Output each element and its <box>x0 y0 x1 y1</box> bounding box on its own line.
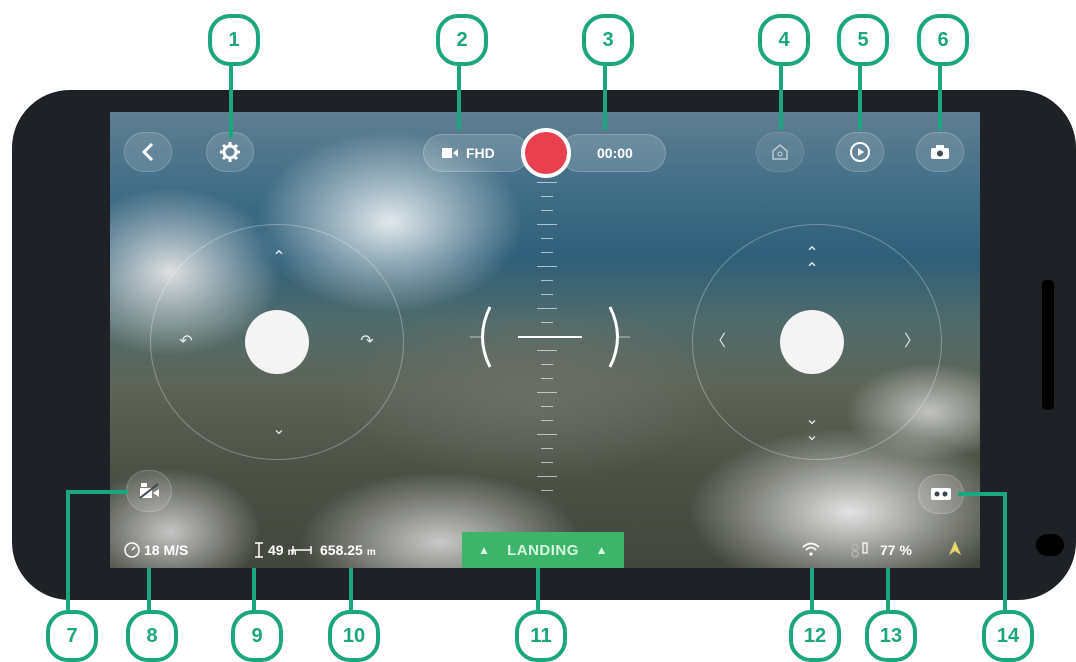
callout-line <box>938 58 942 130</box>
gear-icon <box>220 142 240 162</box>
callout-8: 8 <box>126 610 178 662</box>
camera-icon <box>931 145 949 159</box>
record-time-pill: 00:00 <box>560 134 666 172</box>
video-camera-icon <box>442 148 458 158</box>
speed-value: 18 M/S <box>144 542 189 558</box>
record-button[interactable] <box>521 128 571 178</box>
distance-value: 658.25 <box>320 542 363 558</box>
chevron-right-icon: 〉 <box>903 333 920 350</box>
speedometer-icon <box>124 542 140 558</box>
callout-3: 3 <box>582 14 634 66</box>
vr-goggles-icon <box>931 488 951 500</box>
chevron-left-icon: 〈 <box>709 333 726 350</box>
callout-line <box>958 492 1006 496</box>
chevron-left-icon <box>141 142 154 162</box>
triangle-up-icon: ▲ <box>478 543 491 557</box>
callout-line <box>66 490 70 610</box>
callout-line <box>810 568 814 614</box>
left-joystick-knob[interactable] <box>245 310 309 374</box>
battery-indicator: 77 % <box>850 542 912 558</box>
callout-9: 9 <box>231 610 283 662</box>
altitude-value: 49 <box>268 542 284 558</box>
camera-mode-icon <box>139 483 159 499</box>
camera-mode-button[interactable] <box>126 470 172 512</box>
speed-indicator: 18 M/S <box>124 542 188 558</box>
drone-camera-view: FHD 00:00 ⌃ ⌄ ↶ ↷ ⌃ ⌃ ⌄ ⌄ 〈 〉 18 M/S 49 … <box>110 112 980 568</box>
landing-button[interactable]: ▲ LANDING ▲ <box>462 532 624 568</box>
distance-unit: m <box>366 546 376 558</box>
record-time: 00:00 <box>597 145 633 161</box>
triangle-up-icon: ▲ <box>595 543 608 557</box>
callout-line <box>858 58 862 130</box>
callout-line <box>886 568 890 614</box>
home-icon <box>772 144 788 160</box>
callout-5: 5 <box>837 14 889 66</box>
compass-arrow-icon <box>949 541 961 555</box>
chevron-up-icon: ⌃ <box>272 249 286 266</box>
callout-13: 13 <box>865 610 917 662</box>
wifi-icon <box>802 542 820 556</box>
callout-line <box>457 58 461 130</box>
callout-1: 1 <box>208 14 260 66</box>
video-quality-pill[interactable]: FHD <box>423 134 529 172</box>
callout-4: 4 <box>758 14 810 66</box>
callout-line <box>349 568 353 614</box>
altitude-indicator: 49 m <box>254 542 296 558</box>
callout-line <box>252 568 256 614</box>
double-chevron-down-icon: ⌄ ⌄ <box>805 411 819 444</box>
callout-line <box>1003 492 1007 612</box>
settings-button[interactable] <box>206 132 254 172</box>
chevron-down-icon: ⌄ <box>272 421 286 438</box>
phone-side-button <box>1042 280 1054 410</box>
back-button[interactable] <box>124 132 172 172</box>
altitude-icon <box>255 542 263 558</box>
battery-value: 77 % <box>880 542 912 558</box>
callout-line <box>66 490 128 494</box>
play-icon <box>850 142 870 162</box>
distance-indicator: 658.25 m <box>292 542 376 558</box>
rotate-left-icon: ↶ <box>179 333 193 350</box>
callout-line <box>147 568 151 614</box>
callout-14: 14 <box>982 610 1034 662</box>
callout-2: 2 <box>436 14 488 66</box>
callout-12: 12 <box>789 610 841 662</box>
double-chevron-up-icon: ⌃ ⌃ <box>805 245 819 278</box>
camera-button[interactable] <box>916 132 964 172</box>
home-button[interactable] <box>756 132 804 172</box>
landing-label: LANDING <box>507 541 579 559</box>
right-joystick-knob[interactable] <box>780 310 844 374</box>
callout-6: 6 <box>917 14 969 66</box>
horizon-reticle <box>470 306 630 368</box>
playback-button[interactable] <box>836 132 884 172</box>
callout-line <box>603 58 607 130</box>
distance-icon <box>292 546 312 554</box>
video-quality-label: FHD <box>466 145 495 161</box>
drone-icon <box>851 542 868 558</box>
callout-line <box>536 568 540 614</box>
callout-11: 11 <box>515 610 567 662</box>
phone-camera-dot <box>1036 534 1064 556</box>
callout-line <box>779 58 783 130</box>
callout-7: 7 <box>46 610 98 662</box>
callout-10: 10 <box>328 610 380 662</box>
rotate-right-icon: ↷ <box>360 333 374 350</box>
callout-line <box>229 58 233 138</box>
